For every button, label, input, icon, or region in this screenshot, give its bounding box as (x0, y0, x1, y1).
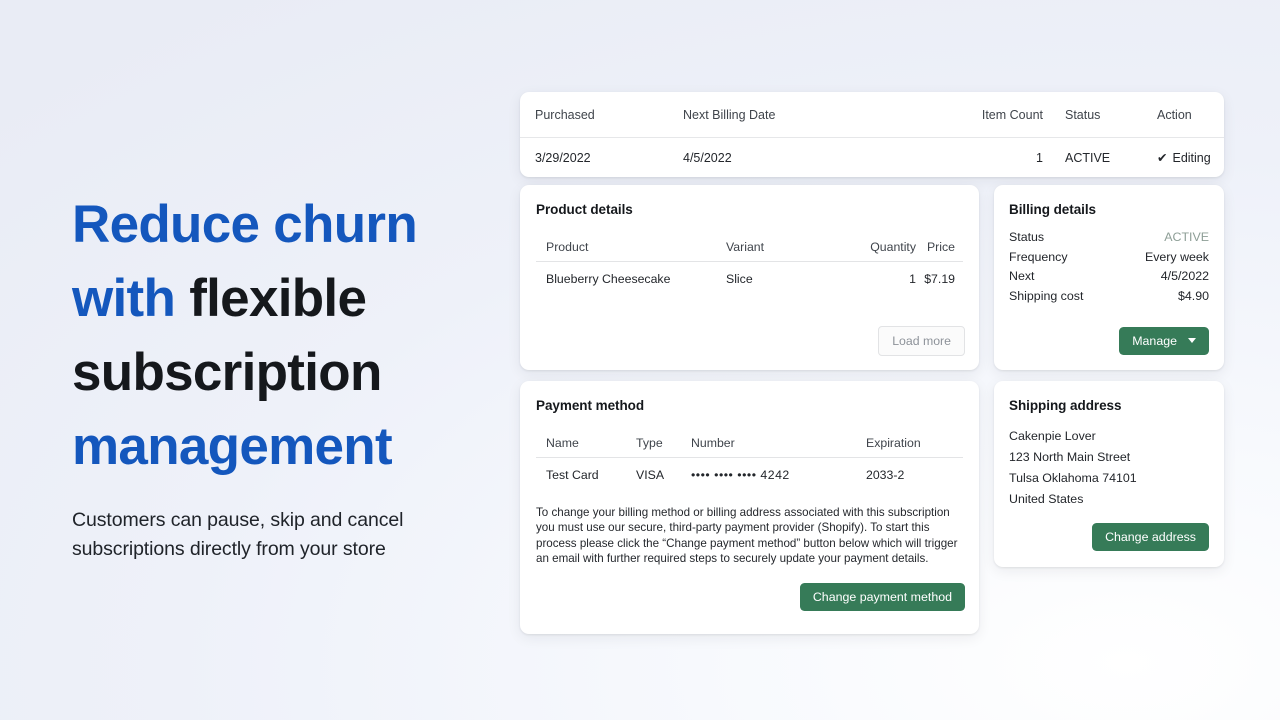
promo-subtitle-line-1: Customers can pause, skip and cancel (72, 509, 404, 531)
cell-card-number: •••• •••• •••• 4242 (691, 467, 790, 482)
shipping-address-card: Shipping address Cakenpie Lover 123 Nort… (994, 381, 1224, 567)
column-header-purchased: Purchased (535, 107, 595, 122)
headline-segment-2: with (72, 269, 190, 328)
cell-next-billing-date: 4/5/2022 (683, 150, 732, 165)
chevron-down-icon (1188, 338, 1196, 344)
cell-product-name: Blueberry Cheesecake (546, 271, 671, 286)
column-header-item-count: Item Count (981, 107, 1043, 122)
address-line-country: United States (1009, 492, 1084, 506)
app-screenshot: Reduce churn with flexible subscription … (0, 0, 1280, 720)
payment-table-header: Name Type Number Expiration (536, 429, 963, 457)
summary-table-header: Purchased Next Billing Date Item Count S… (520, 92, 1224, 137)
payment-method-table: Name Type Number Expiration Test Card VI… (536, 429, 963, 491)
billing-row-status: Status ACTIVE (1009, 230, 1209, 250)
column-header-product: Product (546, 240, 589, 254)
billing-row-next: Next 4/5/2022 (1009, 269, 1209, 289)
cell-card-type: VISA (636, 467, 665, 482)
column-header-name: Name (546, 436, 579, 450)
headline-segment-5: management (72, 417, 393, 476)
manage-button-container: Manage (1119, 326, 1209, 355)
cell-card-expiration: 2033-2 (866, 467, 905, 482)
change-address-button[interactable]: Change address (1092, 522, 1209, 551)
cell-product-variant: Slice (726, 271, 753, 286)
product-details-title: Product details (536, 202, 633, 217)
cell-item-count: 1 (1036, 150, 1043, 165)
table-row: Test Card VISA •••• •••• •••• 4242 2033-… (536, 457, 963, 491)
cell-action[interactable]: ✔ Editing (1131, 150, 1211, 165)
manage-button[interactable]: Manage (1119, 326, 1209, 355)
promo-subtitle-line-2: subscriptions directly from your store (72, 538, 386, 560)
billing-label-next: Next (1009, 269, 1035, 283)
address-line-name: Cakenpie Lover (1009, 429, 1096, 443)
payment-method-legal-text: To change your billing method or billing… (536, 506, 958, 565)
billing-value-shipping-cost: $4.90 (1177, 288, 1209, 303)
cell-status: ACTIVE (1065, 150, 1111, 165)
column-header-price: Price (926, 240, 955, 254)
subscription-summary-card: Purchased Next Billing Date Item Count S… (520, 92, 1224, 177)
headline-segment-1: Reduce churn (72, 195, 418, 254)
address-line-street: 123 North Main Street (1009, 450, 1131, 464)
column-header-status: Status (1065, 107, 1101, 122)
column-header-expiration: Expiration (866, 436, 921, 450)
billing-value-status: ACTIVE (1164, 230, 1209, 244)
payment-method-title: Payment method (536, 398, 645, 413)
action-label: Editing (1172, 151, 1211, 165)
billing-row-shipping-cost: Shipping cost $4.90 (1009, 289, 1209, 309)
billing-label-frequency: Frequency (1009, 249, 1068, 264)
manage-button-label: Manage (1132, 333, 1177, 348)
column-header-type: Type (636, 436, 663, 450)
headline-segment-4: subscription (72, 343, 382, 402)
column-header-quantity: Quantity (870, 240, 916, 254)
address-line-city-state-zip: Tulsa Oklahoma 74101 (1009, 471, 1137, 485)
billing-row-frequency: Frequency Every week (1009, 250, 1209, 270)
check-icon: ✔ (1157, 151, 1168, 165)
billing-details-card: Billing details Status ACTIVE Frequency … (994, 185, 1224, 370)
billing-details-title: Billing details (1009, 202, 1097, 217)
billing-value-frequency: Every week (1144, 249, 1209, 264)
payment-method-card: Payment method Name Type Number Expirati… (520, 381, 979, 634)
table-row[interactable]: 3/29/2022 4/5/2022 1 ACTIVE ✔ Editing (520, 137, 1224, 177)
billing-label-shipping-cost: Shipping cost (1009, 288, 1084, 303)
change-payment-method-button[interactable]: Change payment method (799, 582, 965, 611)
shipping-address-title: Shipping address (1009, 398, 1122, 413)
change-address-button-container: Change address (1092, 522, 1209, 551)
change-payment-button-container: Change payment method (799, 582, 965, 611)
product-details-card: Product details Product Variant Quantity… (520, 185, 979, 370)
product-details-table: Product Variant Quantity Price Blueberry… (536, 233, 963, 295)
column-header-variant: Variant (726, 240, 765, 254)
load-more-button[interactable]: Load more (878, 326, 965, 356)
column-header-action: Action (1157, 107, 1192, 122)
headline-segment-3: flexible (189, 269, 367, 328)
promo-panel: Reduce churn with flexible subscription … (72, 188, 502, 564)
shipping-address-lines: Cakenpie Lover 123 North Main Street Tul… (1009, 426, 1209, 510)
column-header-next-billing-date: Next Billing Date (683, 107, 776, 122)
load-more-container: Load more (878, 326, 965, 356)
column-header-number: Number (691, 436, 735, 450)
cell-product-price: $7.19 (924, 271, 955, 286)
cell-card-name: Test Card (546, 467, 599, 482)
billing-value-next: 4/5/2022 (1160, 269, 1209, 283)
promo-subtitle: Customers can pause, skip and cancel sub… (72, 506, 502, 564)
table-row: Blueberry Cheesecake Slice 1 $7.19 (536, 261, 963, 295)
page-title: Reduce churn with flexible subscription … (72, 188, 502, 484)
cell-product-quantity: 1 (909, 271, 916, 286)
cell-purchased: 3/29/2022 (535, 150, 591, 165)
product-table-header: Product Variant Quantity Price (536, 233, 963, 261)
billing-label-status: Status (1009, 230, 1045, 244)
billing-details-list: Status ACTIVE Frequency Every week Next … (1009, 230, 1209, 308)
